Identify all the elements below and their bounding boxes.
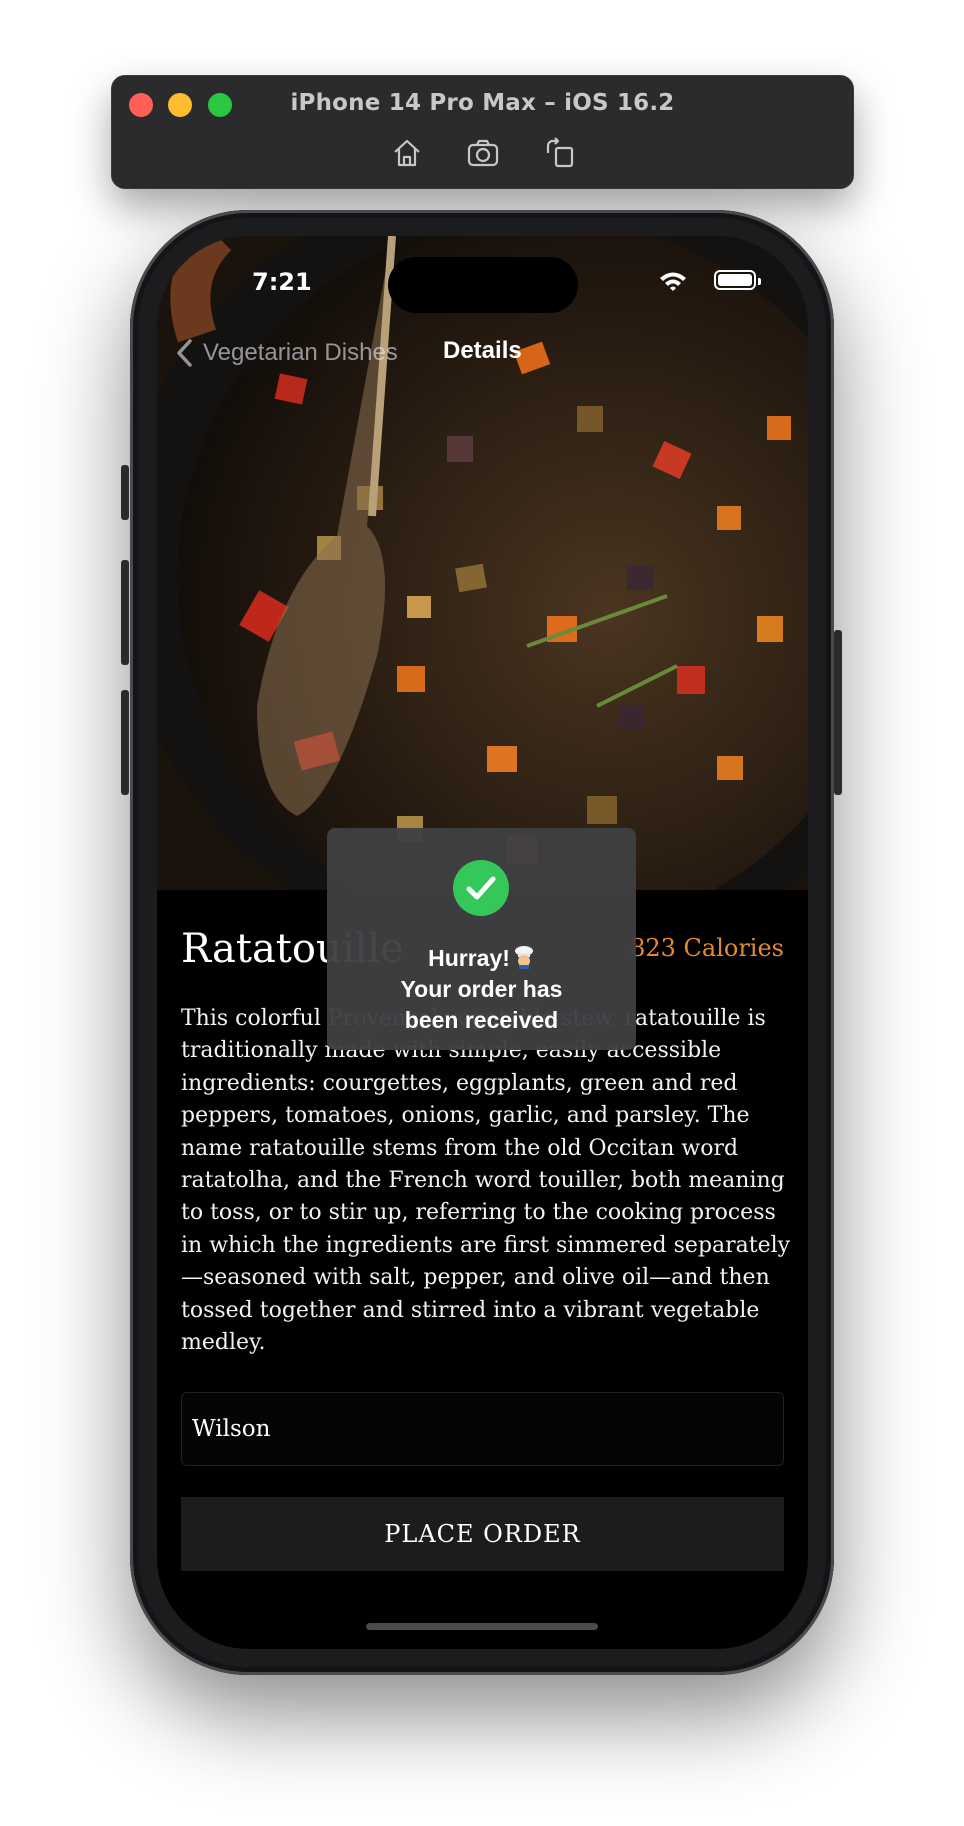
nav-title: Details bbox=[443, 337, 522, 364]
dish-image bbox=[157, 236, 808, 890]
status-icons bbox=[646, 269, 761, 293]
simulator-toolbar bbox=[112, 136, 853, 170]
dish-description: This colorful Provençal vegetable stew, … bbox=[181, 1006, 791, 1356]
dynamic-island bbox=[388, 257, 578, 313]
order-confirmation-toast: Hurray! Your order has been received bbox=[327, 828, 636, 1050]
checkmark-icon bbox=[453, 860, 509, 916]
toast-line-1: Hurray! bbox=[327, 943, 636, 974]
volume-up-button bbox=[121, 560, 129, 665]
customer-name-field[interactable] bbox=[181, 1392, 784, 1466]
action-button bbox=[121, 465, 129, 520]
screenshot-icon[interactable] bbox=[466, 136, 500, 170]
toast-line-3: been received bbox=[404, 1007, 559, 1033]
simulator-title-bar: iPhone 14 Pro Max – iOS 16.2 bbox=[111, 75, 854, 189]
place-order-button[interactable]: PLACE ORDER bbox=[181, 1497, 784, 1571]
toast-message: Hurray! Your order has been received bbox=[327, 943, 636, 1036]
simulator-stage: iPhone 14 Pro Max – iOS 16.2 7:21 Vegeta… bbox=[0, 0, 964, 1826]
back-button-label: Vegetarian Dishes bbox=[203, 339, 398, 366]
rotate-icon[interactable] bbox=[543, 136, 577, 170]
phone-screen: 7:21 Vegetarian Dishes Details Ratatouil… bbox=[157, 236, 808, 1649]
battery-icon bbox=[714, 270, 761, 290]
home-icon[interactable] bbox=[390, 136, 424, 170]
chevron-left-icon bbox=[177, 339, 192, 367]
status-time: 7:21 bbox=[252, 268, 312, 296]
wifi-icon bbox=[658, 269, 688, 293]
toast-line-2: Your order has bbox=[400, 976, 563, 1002]
back-button[interactable]: Vegetarian Dishes bbox=[175, 336, 398, 370]
simulator-title: iPhone 14 Pro Max – iOS 16.2 bbox=[290, 90, 675, 116]
calories-label: 823 Calories bbox=[630, 934, 784, 962]
volume-down-button bbox=[121, 690, 129, 795]
chef-icon bbox=[513, 945, 535, 969]
power-button bbox=[834, 630, 842, 795]
home-indicator[interactable] bbox=[366, 1623, 598, 1630]
